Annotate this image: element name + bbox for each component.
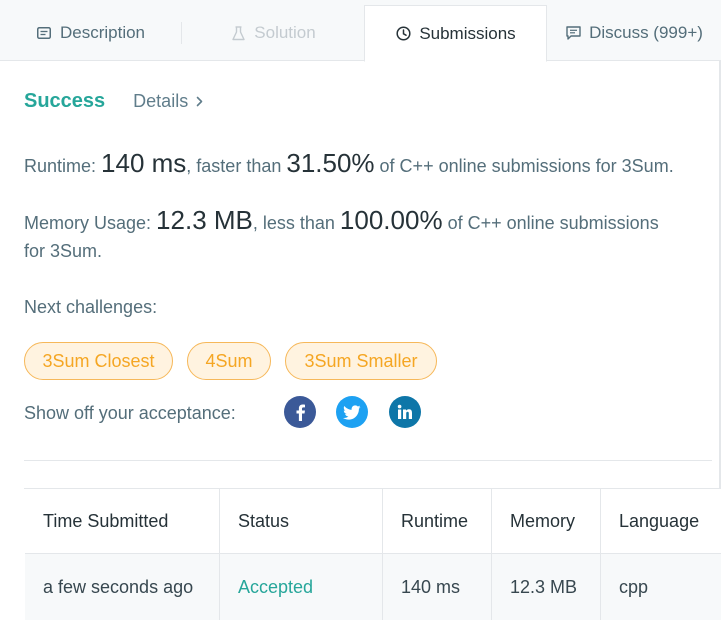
tab-label: Discuss (999+)	[589, 23, 703, 42]
table-header-row: Time Submitted Status Runtime Memory Lan…	[25, 489, 721, 553]
tab-bar: Description Solution Submissions Discuss…	[0, 0, 721, 62]
details-link[interactable]: Details	[133, 91, 203, 112]
memory-label: Memory Usage:	[24, 213, 157, 233]
cell-memory: 12.3 MB	[492, 554, 601, 620]
memory-tail: of C++ online submissions	[442, 213, 659, 233]
chevron-right-icon	[196, 96, 203, 107]
cell-status-link[interactable]: Accepted	[220, 554, 383, 620]
memory-value: 12.3 MB	[156, 205, 253, 235]
status-success: Success	[24, 90, 106, 112]
clock-icon	[395, 26, 411, 42]
next-challenges-label: Next challenges:	[24, 297, 158, 317]
memory-percent: 100.00%	[339, 205, 443, 235]
flask-icon	[230, 25, 246, 41]
section-divider	[24, 460, 712, 461]
tab-label: Solution	[254, 23, 316, 42]
tab-solution[interactable]: Solution	[182, 5, 364, 61]
cell-time-submitted: a few seconds ago	[25, 554, 220, 620]
column-header: Memory	[492, 489, 601, 553]
challenge-chip[interactable]: 3Sum Smaller	[285, 342, 437, 380]
tab-submissions[interactable]: Submissions	[364, 5, 547, 62]
memory-summary: Memory Usage: 12.3 MB, less than 100.00%…	[24, 206, 704, 265]
challenge-chip[interactable]: 3Sum Closest	[24, 342, 173, 380]
column-header: Time Submitted	[25, 489, 220, 553]
runtime-label: Runtime:	[24, 156, 102, 176]
result-header: Success Details	[24, 90, 203, 113]
details-label: Details	[133, 91, 189, 111]
runtime-mid: , faster than	[186, 156, 287, 176]
submissions-table: Time Submitted Status Runtime Memory Lan…	[24, 488, 721, 620]
column-header: Status	[220, 489, 383, 553]
share-label: Show off your acceptance:	[24, 403, 236, 423]
memory-mid: , less than	[252, 213, 340, 233]
runtime-percent: 31.50%	[286, 148, 375, 178]
discuss-icon	[565, 25, 581, 41]
column-header: Runtime	[383, 489, 492, 553]
twitter-icon[interactable]	[336, 396, 368, 428]
tab-label: Submissions	[419, 23, 516, 43]
column-header: Language	[619, 510, 700, 531]
challenge-chip[interactable]: 4Sum	[187, 342, 271, 380]
cell-runtime: 140 ms	[383, 554, 492, 620]
cell-language: cpp	[619, 577, 649, 597]
table-row: a few seconds ago Accepted 140 ms 12.3 M…	[25, 553, 721, 620]
runtime-summary: Runtime: 140 ms, faster than 31.50% of C…	[24, 148, 674, 179]
runtime-tail: of C++ online submissions for 3Sum.	[374, 156, 674, 176]
tab-description[interactable]: Description	[0, 5, 181, 61]
runtime-value: 140 ms	[101, 148, 187, 178]
description-icon	[36, 25, 52, 41]
linkedin-icon[interactable]	[389, 396, 421, 428]
tab-discuss[interactable]: Discuss (999+)	[547, 5, 721, 61]
facebook-icon[interactable]	[284, 396, 316, 428]
tab-label: Description	[59, 23, 146, 42]
memory-tail-2: for 3Sum.	[24, 241, 103, 261]
